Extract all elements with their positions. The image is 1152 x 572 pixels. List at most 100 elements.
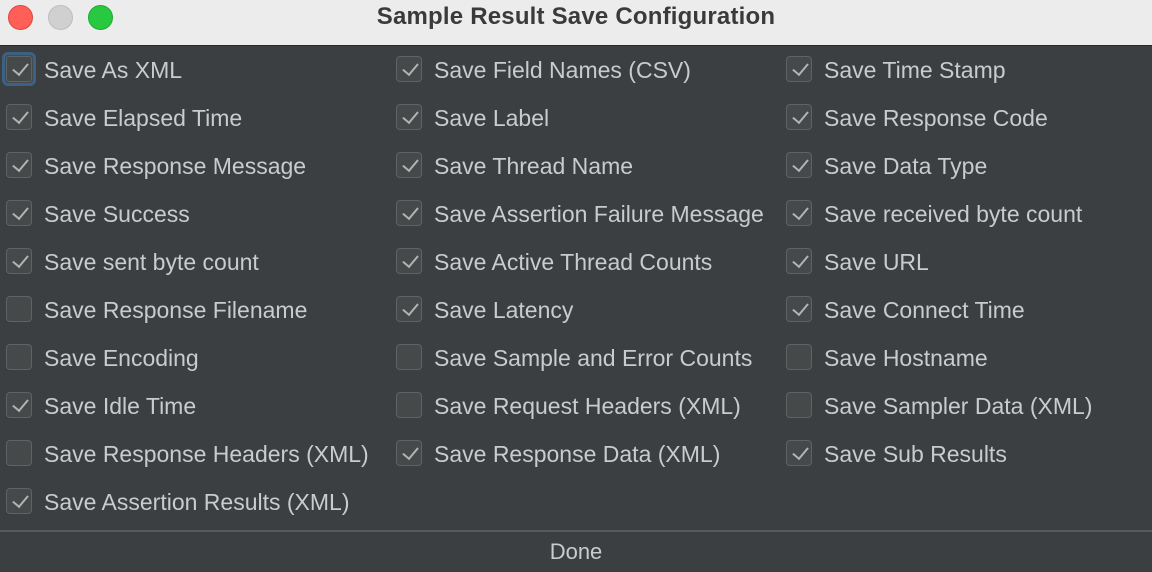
checkbox[interactable] bbox=[6, 248, 32, 274]
checkbox[interactable] bbox=[786, 248, 812, 274]
option-save-assertion-results-xml[interactable]: Save Assertion Results (XML) bbox=[0, 478, 390, 526]
checkbox-box bbox=[7, 297, 31, 321]
option-label[interactable]: Save Response Message bbox=[44, 142, 306, 190]
checkbox[interactable] bbox=[786, 56, 812, 82]
option-save-connect-time[interactable]: Save Connect Time bbox=[780, 286, 1152, 334]
options-column-3: Save Time Stamp Save Response Code Save Da… bbox=[780, 46, 1152, 478]
checkbox[interactable] bbox=[786, 296, 812, 322]
checkbox[interactable] bbox=[396, 200, 422, 226]
checkbox[interactable] bbox=[786, 152, 812, 178]
checkbox[interactable] bbox=[396, 152, 422, 178]
checkbox-box bbox=[7, 345, 31, 369]
checkbox[interactable] bbox=[396, 56, 422, 82]
option-save-response-filename[interactable]: Save Response Filename bbox=[0, 286, 390, 334]
checkbox[interactable] bbox=[396, 296, 422, 322]
option-label[interactable]: Save Response Code bbox=[824, 94, 1048, 142]
option-save-response-headers-xml[interactable]: Save Response Headers (XML) bbox=[0, 430, 390, 478]
checkbox[interactable] bbox=[396, 440, 422, 466]
option-save-request-headers-xml[interactable]: Save Request Headers (XML) bbox=[390, 382, 780, 430]
option-save-hostname[interactable]: Save Hostname bbox=[780, 334, 1152, 382]
option-save-elapsed-time[interactable]: Save Elapsed Time bbox=[0, 94, 390, 142]
option-save-response-message[interactable]: Save Response Message bbox=[0, 142, 390, 190]
option-save-received-byte-count[interactable]: Save received byte count bbox=[780, 190, 1152, 238]
option-label[interactable]: Save Connect Time bbox=[824, 286, 1025, 334]
option-label[interactable]: Save received byte count bbox=[824, 190, 1082, 238]
option-label[interactable]: Save As XML bbox=[44, 46, 182, 94]
option-label[interactable]: Save Active Thread Counts bbox=[434, 238, 712, 286]
checkbox[interactable] bbox=[786, 200, 812, 226]
option-save-as-xml[interactable]: Save As XML bbox=[0, 46, 390, 94]
checkbox[interactable] bbox=[2, 52, 36, 86]
option-label[interactable]: Save sent byte count bbox=[44, 238, 259, 286]
checkbox[interactable] bbox=[6, 200, 32, 226]
checkbox[interactable] bbox=[396, 104, 422, 130]
options-column-1: Save As XML Save Elapsed Time Save Respons… bbox=[0, 46, 390, 526]
checkmark-icon bbox=[402, 154, 419, 173]
checkbox[interactable] bbox=[6, 440, 32, 466]
option-label[interactable]: Save Latency bbox=[434, 286, 573, 334]
checkbox[interactable] bbox=[396, 392, 422, 418]
option-save-sampler-data-xml[interactable]: Save Sampler Data (XML) bbox=[780, 382, 1152, 430]
option-label[interactable]: Save Label bbox=[434, 94, 549, 142]
option-label[interactable]: Save Idle Time bbox=[44, 382, 196, 430]
option-save-assertion-failure-message[interactable]: Save Assertion Failure Message bbox=[390, 190, 780, 238]
option-label[interactable]: Save Thread Name bbox=[434, 142, 633, 190]
checkmark-icon bbox=[792, 298, 809, 317]
checkbox-box bbox=[397, 393, 421, 417]
checkbox-box bbox=[787, 393, 811, 417]
option-label[interactable]: Save Assertion Results (XML) bbox=[44, 478, 350, 526]
checkbox-box bbox=[6, 56, 32, 82]
option-label[interactable]: Save Sample and Error Counts bbox=[434, 334, 752, 382]
option-label[interactable]: Save Response Data (XML) bbox=[434, 430, 720, 478]
checkbox[interactable] bbox=[6, 104, 32, 130]
option-save-latency[interactable]: Save Latency bbox=[390, 286, 780, 334]
option-save-active-thread-counts[interactable]: Save Active Thread Counts bbox=[390, 238, 780, 286]
option-save-url[interactable]: Save URL bbox=[780, 238, 1152, 286]
option-label[interactable]: Save Response Filename bbox=[44, 286, 307, 334]
option-save-sub-results[interactable]: Save Sub Results bbox=[780, 430, 1152, 478]
option-label[interactable]: Save Sub Results bbox=[824, 430, 1007, 478]
option-save-field-names-csv[interactable]: Save Field Names (CSV) bbox=[390, 46, 780, 94]
checkbox[interactable] bbox=[786, 344, 812, 370]
checkbox[interactable] bbox=[786, 440, 812, 466]
checkbox-box bbox=[7, 489, 31, 513]
option-save-encoding[interactable]: Save Encoding bbox=[0, 334, 390, 382]
option-save-sample-and-error-counts[interactable]: Save Sample and Error Counts bbox=[390, 334, 780, 382]
option-label[interactable]: Save Success bbox=[44, 190, 190, 238]
checkbox[interactable] bbox=[6, 392, 32, 418]
checkbox[interactable] bbox=[6, 152, 32, 178]
checkmark-icon bbox=[792, 250, 809, 269]
checkbox-box bbox=[7, 105, 31, 129]
checkbox[interactable] bbox=[396, 248, 422, 274]
option-label[interactable]: Save Assertion Failure Message bbox=[434, 190, 764, 238]
option-label[interactable]: Save Elapsed Time bbox=[44, 94, 242, 142]
option-save-response-code[interactable]: Save Response Code bbox=[780, 94, 1152, 142]
checkbox[interactable] bbox=[396, 344, 422, 370]
title-bar[interactable]: Sample Result Save Configuration bbox=[0, 0, 1152, 46]
option-label[interactable]: Save Data Type bbox=[824, 142, 987, 190]
option-save-sent-byte-count[interactable]: Save sent byte count bbox=[0, 238, 390, 286]
option-save-data-type[interactable]: Save Data Type bbox=[780, 142, 1152, 190]
option-save-success[interactable]: Save Success bbox=[0, 190, 390, 238]
option-save-thread-name[interactable]: Save Thread Name bbox=[390, 142, 780, 190]
option-label[interactable]: Save Response Headers (XML) bbox=[44, 430, 369, 478]
option-label[interactable]: Save URL bbox=[824, 238, 929, 286]
checkbox[interactable] bbox=[786, 392, 812, 418]
checkbox-box bbox=[787, 57, 811, 81]
done-button[interactable]: Done bbox=[0, 532, 1152, 572]
checkbox[interactable] bbox=[6, 488, 32, 514]
option-label[interactable]: Save Hostname bbox=[824, 334, 988, 382]
option-save-response-data-xml[interactable]: Save Response Data (XML) bbox=[390, 430, 780, 478]
option-save-time-stamp[interactable]: Save Time Stamp bbox=[780, 46, 1152, 94]
option-label[interactable]: Save Time Stamp bbox=[824, 46, 1006, 94]
checkbox[interactable] bbox=[786, 104, 812, 130]
option-label[interactable]: Save Sampler Data (XML) bbox=[824, 382, 1092, 430]
checkbox-box bbox=[787, 297, 811, 321]
option-label[interactable]: Save Request Headers (XML) bbox=[434, 382, 741, 430]
option-label[interactable]: Save Encoding bbox=[44, 334, 199, 382]
option-label[interactable]: Save Field Names (CSV) bbox=[434, 46, 691, 94]
checkbox[interactable] bbox=[6, 296, 32, 322]
checkbox[interactable] bbox=[6, 344, 32, 370]
option-save-idle-time[interactable]: Save Idle Time bbox=[0, 382, 390, 430]
option-save-label[interactable]: Save Label bbox=[390, 94, 780, 142]
